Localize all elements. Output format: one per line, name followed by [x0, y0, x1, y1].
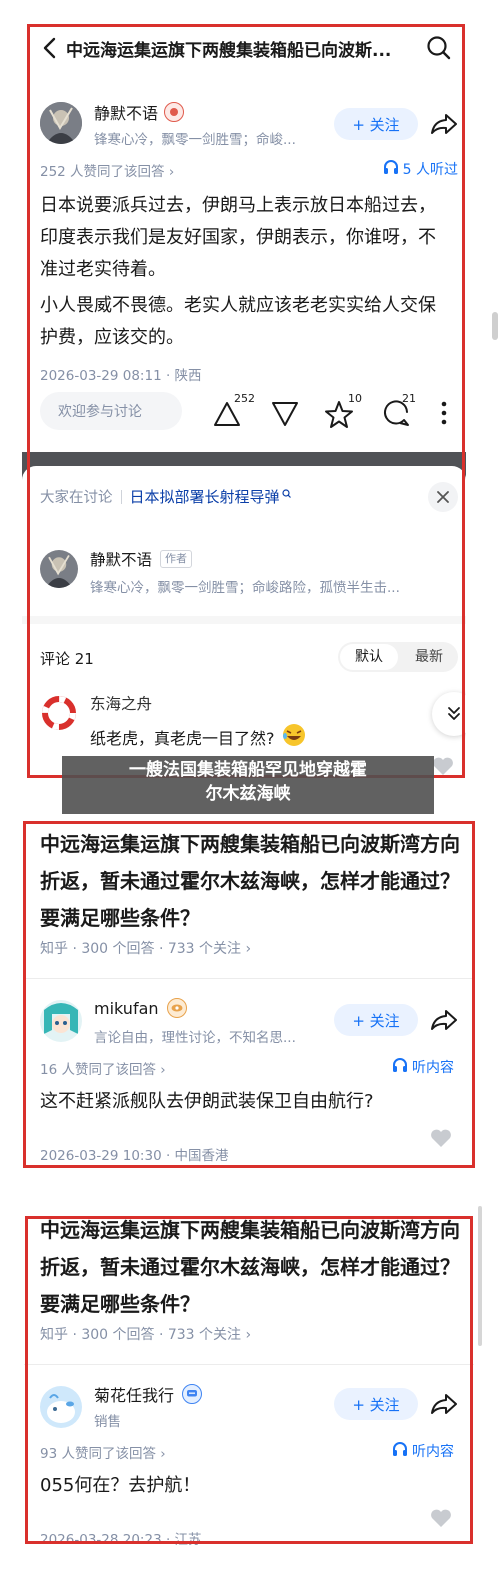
comment-like-icon[interactable] [432, 756, 454, 780]
scrollbar[interactable] [478, 1206, 482, 1346]
search-icon[interactable] [426, 35, 452, 61]
share-icon[interactable] [430, 112, 458, 140]
author-signature: 销售 [94, 1414, 121, 1430]
comment-button[interactable]: 21 [382, 392, 422, 430]
eye-badge-icon [166, 998, 187, 1018]
agree-count[interactable]: 252 人赞同了该回答 › [40, 160, 174, 180]
discuss-input[interactable]: 欢迎参与讨论 [40, 392, 182, 430]
topic-prefix: 大家在讨论 [40, 490, 113, 506]
search-small-icon [281, 483, 291, 502]
commenter-name[interactable]: 东海之舟 [90, 692, 152, 714]
question-meta[interactable]: 知乎 · 300 个回答 · 733 个关注 › [40, 938, 251, 958]
close-icon[interactable] [428, 482, 458, 512]
downvote-icon[interactable] [270, 400, 300, 432]
like-icon[interactable] [430, 1508, 452, 1532]
share-icon[interactable] [430, 1008, 458, 1036]
agree-count[interactable]: 16 人赞同了该回答 › [40, 1058, 166, 1078]
question-title[interactable]: 中远海运集运旗下两艘集装箱船已向波斯... [66, 36, 406, 61]
sort-toggle[interactable]: 默认 最新 [338, 642, 458, 672]
divider [24, 1364, 474, 1365]
follow-button[interactable]: + 关注 [334, 1388, 418, 1420]
screenshot-answer-2: 中远海运集运旗下两艘集装箱船已向波斯湾方向折返，暂未通过霍尔木兹海峡，怎样才能通… [24, 822, 474, 1166]
laughing-emoji-icon [281, 722, 307, 752]
follow-button[interactable]: + 关注 [334, 1004, 418, 1036]
sort-latest[interactable]: 最新 [400, 642, 458, 672]
author-avatar[interactable] [40, 550, 78, 588]
headphone-icon [383, 159, 399, 179]
topic-link[interactable]: 日本拟部署长射程导弹 [130, 486, 280, 507]
comments-label: 评论 21 [40, 650, 94, 668]
sheet-author-name[interactable]: 静默不语 [90, 548, 152, 570]
answer-text: 这不赶紧派舰队去伊朗武装保卫自由航行? [40, 1091, 374, 1112]
comment-text: 纸老虎，真老虎一目了然? [90, 729, 275, 748]
divider [22, 616, 466, 624]
headphone-icon [392, 1057, 408, 1077]
discuss-placeholder: 欢迎参与讨论 [58, 404, 142, 420]
share-icon[interactable] [430, 1392, 458, 1420]
back-icon[interactable] [36, 35, 62, 61]
question-title[interactable]: 中远海运集运旗下两艘集装箱船已向波斯湾方向折返，暂未通过霍尔木兹海峡，怎样才能通… [40, 826, 464, 937]
star-count: 10 [348, 392, 362, 405]
listen-button[interactable]: 听内容 [412, 1057, 454, 1077]
author-signature: 言论自由，理性讨论，不知名思... [94, 1030, 296, 1046]
comment-sheet: 大家在讨论 日本拟部署长射程导弹 静默不语 作者 锋寒心冷，飘零一剑胜雪；命峻路… [22, 466, 466, 780]
sort-default[interactable]: 默认 [340, 644, 398, 670]
upvote-count: 252 [234, 392, 255, 405]
agree-count[interactable]: 93 人赞同了该回答 › [40, 1442, 166, 1462]
medal-icon [164, 102, 185, 122]
listen-button[interactable]: 听内容 [412, 1441, 454, 1461]
answer-paragraph-2: 小人畏威不畏德。老实人就应该老老实实给人交保护费，应该交的。 [40, 295, 436, 348]
caption: 一艘法国集装箱船罕见地穿越霍尔木兹海峡 [62, 756, 434, 814]
avatar[interactable] [40, 1386, 82, 1428]
star-button[interactable]: 10 [324, 392, 364, 430]
avatar[interactable] [40, 1000, 82, 1042]
chat-badge-icon [182, 1384, 203, 1404]
comment-count: 21 [402, 392, 416, 405]
like-icon[interactable] [430, 1128, 452, 1152]
question-title[interactable]: 中远海运集运旗下两艘集装箱船已向波斯湾方向折返，暂未通过霍尔木兹海峡，怎样才能通… [40, 1212, 464, 1323]
author-tag: 作者 [160, 550, 193, 568]
screenshot-answer-1: 中远海运集运旗下两艘集装箱船已向波斯... 静默不语 锋寒心冷，飘零一剑胜雪；命… [22, 20, 466, 780]
answer-text: 055何在？去护航！ [40, 1475, 201, 1496]
commenter-avatar[interactable] [42, 696, 76, 730]
answer-date: 2026-03-29 10:30 · 中国香港 [40, 1148, 229, 1164]
listen-count[interactable]: 5 人听过 [403, 159, 458, 179]
author-name[interactable]: mikufan [94, 999, 159, 1018]
author-name[interactable]: 静默不语 [94, 100, 158, 124]
author-name[interactable]: 菊花任我行 [94, 1382, 174, 1406]
question-meta[interactable]: 知乎 · 300 个回答 · 733 个关注 › [40, 1324, 251, 1344]
scrollbar[interactable] [492, 312, 498, 340]
sheet-author-signature: 锋寒心冷，飘零一剑胜雪；命峻路险，孤愤半生击... [90, 580, 400, 596]
follow-button[interactable]: + 关注 [334, 108, 418, 140]
more-icon[interactable] [440, 400, 448, 430]
divider [24, 978, 474, 979]
headphone-icon [392, 1441, 408, 1461]
screenshot-answer-3: 中远海运集运旗下两艘集装箱船已向波斯湾方向折返，暂未通过霍尔木兹海峡，怎样才能通… [24, 1210, 474, 1550]
scroll-down-icon[interactable] [432, 692, 466, 736]
avatar[interactable] [40, 102, 82, 144]
answer-date: 2026-03-29 08:11 · 陕西 [40, 368, 202, 384]
upvote-button[interactable]: 252 [212, 392, 256, 430]
author-signature: 锋寒心冷，飘零一剑胜雪；命峻... [94, 132, 296, 148]
answer-paragraph-1: 日本说要派兵过去，伊朗马上表示放日本船过去，印度表示我们是友好国家，伊朗表示，你… [40, 195, 436, 280]
answer-date: 2026-03-28 20:23 · 江苏 [40, 1532, 202, 1548]
nav-bar: 中远海运集运旗下两艘集装箱船已向波斯... [22, 20, 466, 76]
